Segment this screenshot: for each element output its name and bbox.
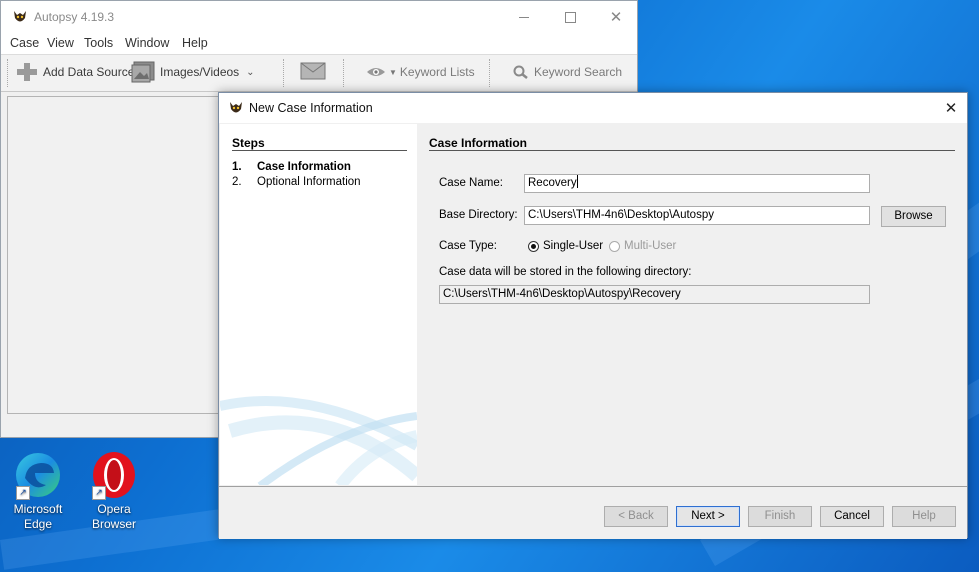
cancel-button[interactable]: Cancel: [820, 506, 884, 527]
keyword-search-button[interactable]: Keyword Search: [513, 65, 622, 79]
toolbar-grip: [7, 59, 8, 87]
main-toolbar: Add Data Source Images/Videos ⌄ ▼ Keywor…: [1, 54, 637, 92]
storage-path-field: C:\Users\THM-4n6\Desktop\Autospy\Recover…: [439, 285, 870, 304]
case-type-label: Case Type:: [439, 240, 497, 252]
keyword-lists-label: Keyword Lists: [399, 65, 475, 79]
menu-case[interactable]: Case: [10, 36, 39, 50]
multi-user-radio[interactable]: [609, 241, 620, 252]
gallery-icon: [131, 61, 155, 83]
maximize-button[interactable]: [547, 1, 593, 33]
step-number: 1.: [232, 161, 242, 173]
add-data-source-label: Add Data Source: [43, 65, 135, 79]
storage-note: Case data will be stored in the followin…: [439, 266, 692, 278]
step-optional-information: 2. Optional Information: [232, 176, 361, 188]
toolbar-separator: [489, 59, 490, 87]
autopsy-logo-icon: [230, 102, 242, 113]
case-name-field[interactable]: Recovery: [524, 174, 870, 193]
case-name-label: Case Name:: [439, 177, 503, 189]
step-label: Case Information: [257, 161, 351, 173]
base-directory-label: Base Directory:: [439, 209, 518, 221]
caret-down-icon: ▼: [389, 67, 397, 77]
step-label: Optional Information: [257, 176, 361, 188]
main-window-title: Autopsy 4.19.3: [34, 10, 115, 24]
step-case-information: 1. Case Information: [232, 161, 351, 173]
single-user-label[interactable]: Single-User: [543, 240, 603, 252]
autopsy-logo-icon: [14, 11, 26, 22]
case-name-value: Recovery: [528, 177, 577, 189]
multi-user-label[interactable]: Multi-User: [624, 240, 676, 252]
search-icon: [513, 65, 528, 79]
minimize-button[interactable]: [501, 1, 547, 33]
case-information-divider: [429, 150, 955, 151]
toolbar-separator: [343, 59, 344, 87]
images-videos-label: Images/Videos: [160, 65, 240, 79]
new-case-dialog: New Case Information ✕ Steps 1. Case Info…: [218, 92, 968, 539]
next-button[interactable]: Next >: [676, 506, 740, 527]
keyword-lists-button[interactable]: ▼ Keyword Lists: [366, 65, 475, 79]
email-button[interactable]: [300, 62, 326, 80]
dialog-title-bar[interactable]: New Case Information ✕: [219, 93, 967, 123]
close-button[interactable]: ✕: [593, 1, 639, 33]
add-data-source-button[interactable]: Add Data Source: [16, 62, 134, 82]
keyword-search-label: Keyword Search: [534, 65, 623, 79]
back-button[interactable]: < Back: [604, 506, 668, 527]
main-title-bar[interactable]: Autopsy 4.19.3 ✕: [1, 1, 637, 33]
minimize-icon: [519, 16, 529, 18]
microsoft-edge-label-1: Microsoft: [13, 502, 63, 516]
main-menu-bar: Case View Tools Window Help: [1, 33, 637, 54]
steps-panel: Steps 1. Case Information 2. Optional Info…: [220, 124, 417, 485]
opera-browser-label-2: Browser: [91, 517, 136, 531]
single-user-radio[interactable]: [528, 241, 539, 252]
eye-icon: [367, 68, 385, 76]
chevron-down-icon: ⌄: [246, 66, 255, 78]
case-information-header: Case Information: [429, 136, 528, 150]
browse-button[interactable]: Browse: [881, 206, 946, 227]
dialog-title: New Case Information: [249, 101, 373, 115]
data-tree-panel[interactable]: [7, 96, 223, 414]
steps-divider: [232, 150, 407, 151]
menu-tools[interactable]: Tools: [84, 36, 113, 50]
case-information-panel: Case Information Case Name: Recovery Bas…: [417, 124, 967, 485]
help-button[interactable]: Help: [892, 506, 956, 527]
close-icon: ✕: [944, 100, 958, 117]
decorative-swoosh-graphic: [220, 396, 417, 485]
base-directory-field[interactable]: C:\Users\THM-4n6\Desktop\Autospy: [524, 206, 870, 225]
microsoft-edge-label-2: Edge: [23, 517, 53, 531]
shortcut-arrow-icon: ↗: [92, 486, 106, 500]
menu-help[interactable]: Help: [182, 36, 208, 50]
dialog-button-bar: < Back Next > Finish Cancel Help: [219, 486, 967, 539]
close-icon: ✕: [609, 9, 623, 26]
opera-browser-shortcut[interactable]: ↗ Opera Browser: [82, 450, 146, 532]
microsoft-edge-shortcut[interactable]: ↗ Microsoft Edge: [6, 450, 70, 532]
toolbar-separator: [283, 59, 284, 87]
maximize-icon: [564, 11, 576, 23]
dialog-close-button[interactable]: ✕: [935, 93, 967, 123]
menu-view[interactable]: View: [47, 36, 74, 50]
menu-window[interactable]: Window: [125, 36, 169, 50]
envelope-icon: [300, 62, 326, 80]
step-number: 2.: [232, 176, 242, 188]
steps-header: Steps: [232, 136, 265, 150]
plus-icon: [17, 63, 37, 81]
finish-button[interactable]: Finish: [748, 506, 812, 527]
opera-browser-label-1: Opera: [97, 502, 131, 516]
images-videos-button[interactable]: Images/Videos ⌄: [131, 61, 255, 83]
shortcut-arrow-icon: ↗: [16, 486, 30, 500]
text-cursor: [576, 175, 578, 188]
